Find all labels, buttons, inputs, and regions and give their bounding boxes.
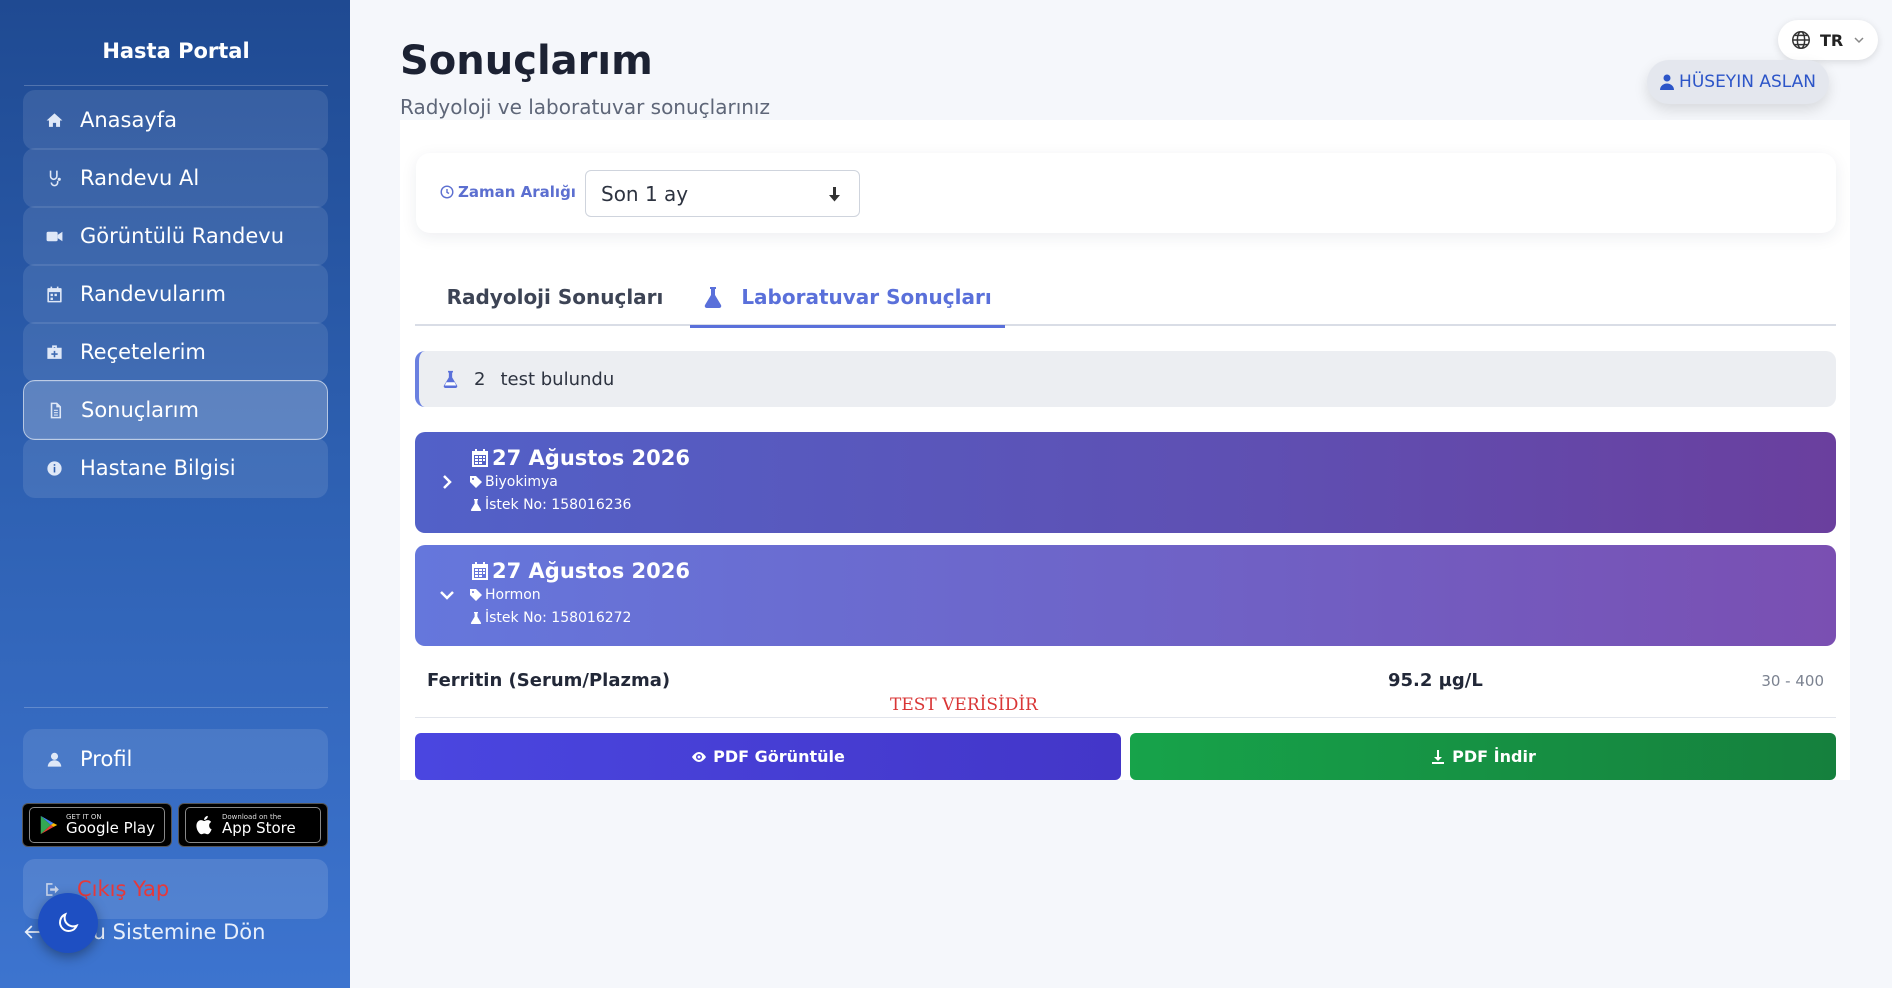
group-date-text: 27 Ağustos 2026	[492, 446, 690, 470]
result-count: 2	[474, 368, 486, 390]
calendar-icon	[472, 449, 488, 467]
home-icon	[43, 109, 65, 131]
tag-icon	[470, 476, 482, 488]
sidebar-item-label: Hastane Bilgisi	[80, 456, 236, 480]
apple-icon	[196, 815, 212, 835]
result-tabs: Radyoloji Sonuçları Laboratuvar Sonuçlar…	[415, 268, 1836, 328]
sidebar-item-label: Randevu Al	[80, 166, 200, 190]
sidebar-divider	[24, 707, 328, 708]
time-range-value: Son 1 ay	[601, 181, 689, 206]
sidebar-item-randevularim[interactable]: Randevularım	[23, 264, 328, 324]
group-request-text: İstek No: 158016236	[485, 497, 632, 513]
group-request: İstek No: 158016272	[470, 610, 631, 626]
sidebar-item-sonuclarim[interactable]: Sonuçlarım	[23, 380, 328, 440]
result-value: 95.2 µg/L	[1388, 670, 1483, 691]
test-data-note: TEST VERİSİDİR	[890, 695, 1038, 715]
sidebar-item-hastane-bilgisi[interactable]: Hastane Bilgisi	[23, 438, 328, 498]
result-group[interactable]: 27 Ağustos 2026 Hormon İstek No: 1580162…	[415, 545, 1836, 646]
tag-icon	[470, 589, 482, 601]
calendar-icon	[43, 283, 65, 305]
google-play-button[interactable]: GET IT ON Google Play	[22, 803, 172, 847]
language-label: TR	[1820, 30, 1844, 50]
language-selector[interactable]: TR	[1778, 20, 1878, 60]
sidebar-item-label: Görüntülü Randevu	[80, 224, 285, 248]
clock-icon	[440, 185, 454, 199]
user-icon	[1660, 74, 1675, 90]
flask-icon	[443, 370, 458, 388]
chevron-right-icon	[443, 475, 452, 489]
result-reference-range: 30 - 400	[1761, 672, 1824, 690]
download-pdf-button[interactable]: PDF İndir	[1130, 733, 1836, 780]
sidebar-item-profil[interactable]: Profil	[23, 729, 328, 789]
filter-label-text: Zaman Aralığı	[458, 183, 576, 201]
google-play-icon	[40, 815, 58, 835]
download-pdf-label: PDF İndir	[1452, 747, 1536, 766]
view-pdf-label: PDF Görüntüle	[713, 747, 845, 766]
group-request: İstek No: 158016236	[470, 497, 631, 513]
flask-icon	[470, 612, 482, 624]
result-count-bar: 2 test bulundu	[415, 351, 1836, 407]
arrow-down-icon	[829, 187, 840, 202]
group-category: Biyokimya	[470, 474, 558, 490]
sidebar-item-anasayfa[interactable]: Anasayfa	[23, 90, 328, 150]
sidebar-item-label: Sonuçlarım	[81, 398, 199, 422]
eye-icon	[692, 751, 707, 762]
page-subtitle: Radyoloji ve laboratuvar sonuçlarınız	[400, 95, 770, 119]
sidebar-item-label: Reçetelerim	[80, 340, 206, 364]
document-icon	[44, 399, 66, 421]
calendar-icon	[472, 562, 488, 580]
globe-icon	[1792, 31, 1810, 49]
flask-icon	[705, 286, 722, 308]
stethoscope-icon	[43, 167, 65, 189]
app-store-button[interactable]: Download on the App Store	[178, 803, 328, 847]
result-count-text: test bulundu	[500, 368, 615, 390]
time-range-select[interactable]: Son 1 ay	[585, 170, 860, 217]
chevron-down-icon	[440, 591, 454, 600]
dark-mode-toggle[interactable]	[38, 893, 98, 953]
sidebar-item-randevu-al[interactable]: Randevu Al	[23, 148, 328, 208]
user-badge[interactable]: HÜSEYIN ASLAN	[1647, 60, 1829, 104]
app-store-label: App Store	[222, 819, 296, 837]
sidebar-item-label: Anasayfa	[80, 108, 178, 132]
filter-card: Zaman Aralığı Son 1 ay	[416, 153, 1836, 233]
group-request-text: İstek No: 158016272	[485, 610, 632, 626]
sidebar-item-recetelerim[interactable]: Reçetelerim	[23, 322, 328, 382]
result-group[interactable]: 27 Ağustos 2026 Biyokimya İstek No: 1580…	[415, 432, 1836, 533]
group-category: Hormon	[470, 587, 541, 603]
page-title: Sonuçlarım	[400, 38, 653, 84]
filter-label: Zaman Aralığı	[440, 183, 576, 201]
view-pdf-button[interactable]: PDF Görüntüle	[415, 733, 1121, 780]
tab-laboratuvar-label: Laboratuvar Sonuçları	[741, 284, 992, 309]
medkit-icon	[43, 341, 65, 363]
chevron-down-icon	[1854, 37, 1864, 44]
sidebar-item-label: Randevularım	[80, 282, 226, 306]
sidebar-item-label: Profil	[80, 747, 133, 771]
group-date-text: 27 Ağustos 2026	[492, 559, 690, 583]
flask-icon	[470, 499, 482, 511]
tab-radyoloji[interactable]: Radyoloji Sonuçları	[415, 268, 695, 326]
group-date: 27 Ağustos 2026	[470, 559, 690, 583]
video-icon	[43, 225, 65, 247]
google-play-label: Google Play	[66, 819, 155, 837]
group-category-text: Biyokimya	[485, 474, 558, 490]
user-icon	[43, 748, 65, 770]
brand-title: Hasta Portal	[24, 28, 328, 86]
group-date: 27 Ağustos 2026	[470, 446, 690, 470]
group-category-text: Hormon	[485, 587, 541, 603]
logout-label: Çıkış Yap	[77, 877, 170, 901]
info-icon	[43, 457, 65, 479]
sidebar: Hasta Portal Anasayfa Randevu Al Görüntü…	[0, 0, 350, 988]
user-name: HÜSEYIN ASLAN	[1679, 72, 1816, 92]
moon-icon	[59, 912, 79, 932]
result-row: Ferritin (Serum/Plazma) 95.2 µg/L 30 - 4…	[415, 652, 1836, 718]
download-icon	[1432, 749, 1445, 764]
sidebar-item-goruntulu-randevu[interactable]: Görüntülü Randevu	[23, 206, 328, 266]
tab-laboratuvar[interactable]: Laboratuvar Sonuçları	[690, 268, 1005, 328]
result-name: Ferritin (Serum/Plazma)	[427, 670, 671, 691]
